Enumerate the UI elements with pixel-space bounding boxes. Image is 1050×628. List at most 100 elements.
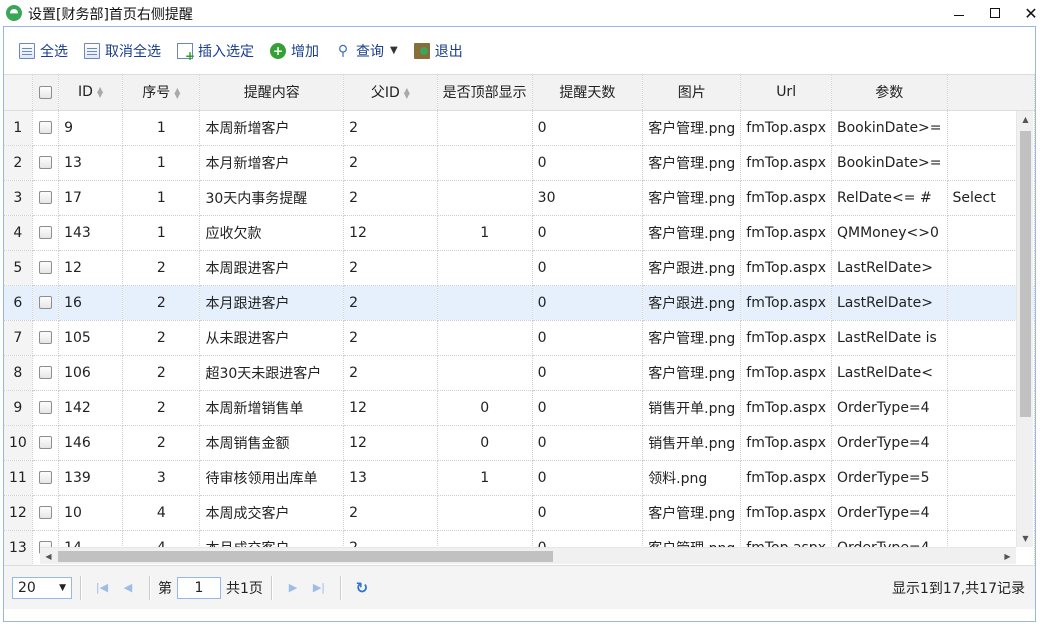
row-checkbox-cell[interactable] — [32, 250, 60, 286]
table-row[interactable]: 7 105 2 从未跟进客户 2 0 客户管理.png fmTop.aspx LastRelDa… — [4, 320, 1035, 356]
refresh-button[interactable]: ↻ — [349, 576, 375, 600]
search-button[interactable]: ⚲ 查询 ▼ — [328, 38, 405, 64]
header-content[interactable]: 提醒内容 — [199, 75, 345, 111]
page-size-select[interactable]: 20 ▼ — [12, 576, 72, 599]
deselect-all-button[interactable]: 取消全选 — [77, 38, 168, 64]
header-image[interactable]: 图片 — [642, 75, 742, 111]
cell-image: 客户管理.png — [642, 110, 742, 146]
table-row[interactable]: 9 142 2 本周新增销售单 12 0 0 销售开单.png fmTop.aspx OrderT… — [4, 390, 1035, 426]
insert-selected-button[interactable]: 插入选定 — [170, 38, 261, 64]
table-row[interactable]: 6 16 2 本月跟进客户 2 0 客户跟进.png fmTop.aspx LastRelDat… — [4, 285, 1035, 321]
close-button[interactable]: ✕ — [1012, 0, 1050, 26]
row-checkbox-cell[interactable] — [32, 320, 60, 356]
scroll-down-icon[interactable]: ▼ — [1017, 530, 1034, 547]
row-checkbox-cell[interactable] — [32, 285, 60, 321]
last-page-button[interactable]: ▶| — [306, 576, 332, 600]
row-checkbox-cell[interactable] — [32, 110, 60, 146]
search-icon: ⚲ — [337, 42, 349, 59]
separator — [339, 575, 341, 600]
cell-parent-id: 13 — [343, 460, 438, 496]
header-show-top[interactable]: 是否顶部显示 — [437, 75, 533, 111]
table-row[interactable]: 12 10 4 本周成交客户 2 0 客户管理.png fmTop.aspx OrderType… — [4, 495, 1035, 531]
vertical-scroll-thumb[interactable] — [1020, 131, 1031, 417]
select-all-label: 全选 — [40, 43, 68, 60]
cell-show-top — [437, 250, 533, 286]
header-remind-days[interactable]: 提醒天数 — [532, 75, 644, 111]
row-checkbox-cell[interactable] — [32, 180, 60, 216]
row-number: 1 — [4, 110, 33, 146]
next-page-button[interactable]: ▶ — [280, 576, 306, 600]
maximize-button[interactable] — [976, 0, 1014, 26]
row-checkbox-cell[interactable] — [32, 215, 60, 251]
row-checkbox-cell[interactable] — [32, 145, 60, 181]
separator — [80, 575, 81, 600]
chevron-down-icon: ▼ — [59, 582, 66, 593]
first-page-button[interactable]: |◀ — [89, 576, 115, 600]
row-checkbox[interactable] — [38, 261, 52, 274]
header-url[interactable]: Url — [740, 75, 832, 111]
cell-parent-id: 2 — [343, 355, 438, 391]
scroll-right-icon[interactable]: ▶ — [999, 548, 1016, 565]
scroll-left-icon[interactable]: ◀ — [40, 548, 57, 565]
table-row[interactable]: 3 17 1 30天内事务提醒 2 30 客户管理.png fmTop.aspx RelDate… — [4, 180, 1035, 216]
cell-params: OrderType=4 — [831, 495, 948, 531]
cell-id: 142 — [58, 390, 124, 426]
cell-parent-id: 2 — [343, 495, 438, 531]
cell-seq: 2 — [122, 355, 201, 391]
row-checkbox[interactable] — [38, 471, 52, 484]
row-checkbox[interactable] — [38, 226, 52, 239]
cell-seq: 1 — [122, 145, 201, 181]
row-checkbox[interactable] — [38, 436, 52, 449]
cell-params: OrderType=4 — [831, 390, 948, 426]
header-seq[interactable]: 序号 ▲ ▼ — [122, 75, 201, 111]
horizontal-scrollbar[interactable]: ◀ ▶ — [40, 547, 1016, 564]
row-checkbox[interactable] — [38, 401, 52, 414]
sort-icon: ▲ ▼ — [403, 86, 410, 101]
scroll-up-icon[interactable]: ▲ — [1017, 111, 1034, 128]
horizontal-scroll-thumb[interactable] — [58, 551, 553, 562]
add-button[interactable]: + 增加 — [263, 38, 326, 64]
row-number: 11 — [4, 460, 33, 496]
row-number: 4 — [4, 215, 33, 251]
select-all-checkbox[interactable] — [38, 85, 52, 99]
table-row[interactable]: 4 143 1 应收欠款 12 1 0 客户管理.png fmTop.aspx QMMoney<>… — [4, 215, 1035, 251]
row-checkbox[interactable] — [38, 506, 52, 519]
cell-content: 超30天未跟进客户 — [199, 355, 345, 391]
table-row[interactable]: 11 139 3 待审核领用出库单 13 1 0 领料.png fmTop.aspx OrderT… — [4, 460, 1035, 496]
cell-image: 领料.png — [642, 460, 742, 496]
table-row[interactable]: 10 146 2 本周销售金额 12 0 0 销售开单.png fmTop.aspx OrderT… — [4, 425, 1035, 461]
table-row[interactable]: 5 12 2 本周跟进客户 2 0 客户跟进.png fmTop.aspx LastRelDat… — [4, 250, 1035, 286]
cell-id: 17 — [58, 180, 124, 216]
row-checkbox-cell[interactable] — [32, 390, 60, 426]
row-checkbox-cell[interactable] — [32, 460, 60, 496]
row-checkbox[interactable] — [38, 156, 52, 169]
table-row[interactable]: 2 13 1 本月新增客户 2 0 客户管理.png fmTop.aspx BookinDate… — [4, 145, 1035, 181]
row-checkbox[interactable] — [38, 191, 52, 204]
cell-show-top — [437, 355, 533, 391]
header-params[interactable]: 参数 — [831, 75, 948, 111]
header-id[interactable]: ID ▲ ▼ — [58, 75, 124, 111]
page-number-input[interactable]: 1 — [177, 576, 221, 599]
select-all-button[interactable]: 全选 — [12, 38, 75, 64]
cell-seq: 1 — [122, 110, 201, 146]
cell-remind-days: 0 — [532, 285, 644, 321]
minimize-button[interactable] — [940, 0, 978, 26]
cell-params: BookinDate>= — [831, 110, 948, 146]
row-checkbox[interactable] — [38, 296, 52, 309]
header-checkbox-cell[interactable] — [32, 75, 60, 111]
vertical-scrollbar[interactable]: ▲ ▼ — [1016, 111, 1033, 547]
table-row[interactable]: 8 106 2 超30天未跟进客户 2 0 客户管理.png fmTop.aspx LastRe… — [4, 355, 1035, 391]
row-checkbox[interactable] — [38, 366, 52, 379]
prev-page-button[interactable]: ◀ — [115, 576, 141, 600]
toolbar: 全选 取消全选 插入选定 + 增加 ⚲ 查询 ▼ 退出 — [4, 27, 1035, 75]
add-icon: + — [270, 42, 286, 59]
exit-button[interactable]: 退出 — [407, 38, 470, 64]
row-checkbox[interactable] — [38, 331, 52, 344]
cell-remind-days: 0 — [532, 460, 644, 496]
table-row[interactable]: 1 9 1 本周新增客户 2 0 客户管理.png fmTop.aspx BookinDate>… — [4, 110, 1035, 146]
row-checkbox-cell[interactable] — [32, 425, 60, 461]
row-checkbox[interactable] — [38, 121, 52, 134]
row-checkbox-cell[interactable] — [32, 495, 60, 531]
header-parent-id[interactable]: 父ID ▲ ▼ — [343, 75, 438, 111]
row-checkbox-cell[interactable] — [32, 355, 60, 391]
